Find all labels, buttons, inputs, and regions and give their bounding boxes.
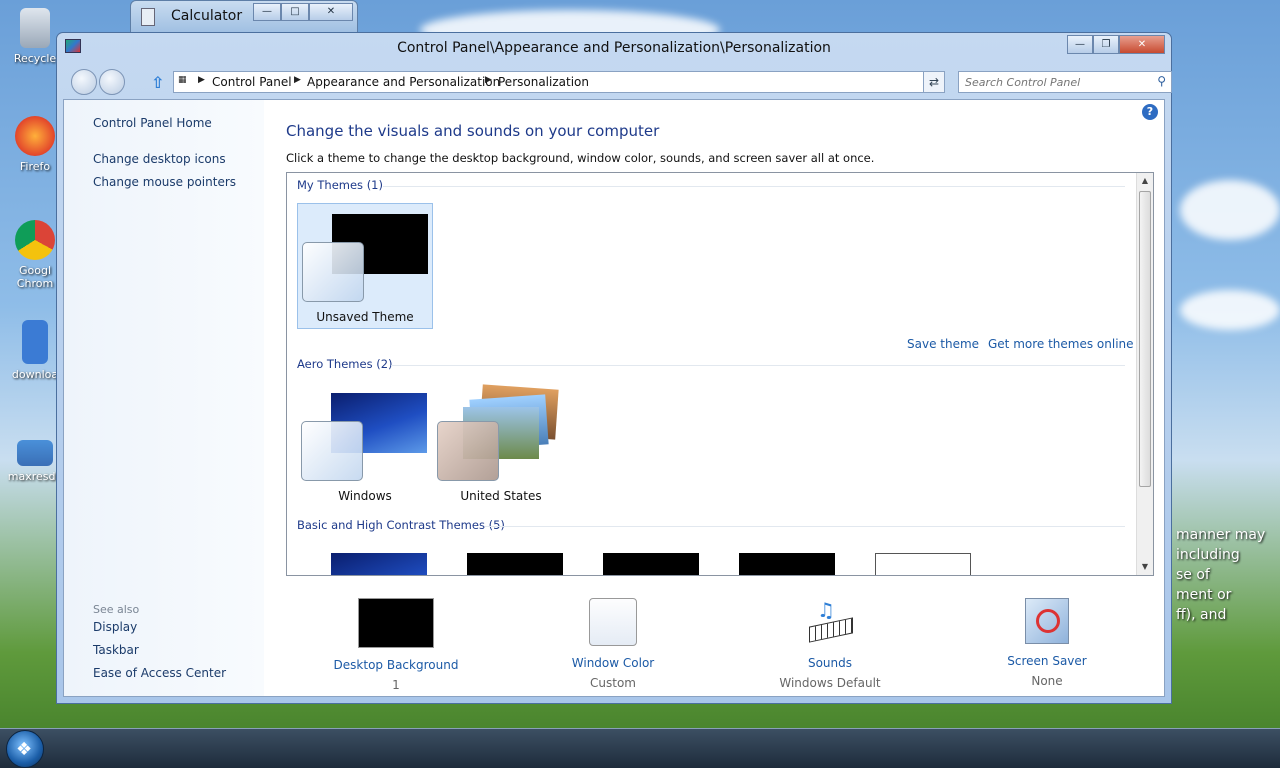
search-input[interactable] — [965, 73, 1145, 91]
setting-label[interactable]: Screen Saver — [967, 654, 1127, 668]
setting-label[interactable]: Sounds — [750, 656, 910, 670]
control-panel-small-icon: ▦ — [178, 75, 187, 85]
navigation-bar: ⇧ ▦ ▶ Control Panel ▶ Appearance and Per… — [65, 69, 1172, 97]
page-description: Click a theme to change the desktop back… — [286, 151, 875, 165]
get-more-themes-link[interactable]: Get more themes online — [988, 337, 1134, 351]
theme-windows[interactable]: Windows — [297, 383, 433, 509]
theme-basic-preview[interactable] — [875, 553, 971, 575]
close-button[interactable]: ✕ — [309, 3, 353, 21]
taskbar: ❖ — [0, 728, 1280, 768]
watermark-line: including — [1176, 547, 1240, 563]
sounds-icon: ♫ — [805, 598, 855, 646]
theme-window-preview — [302, 242, 364, 302]
setting-value: None — [1031, 674, 1063, 688]
breadcrumb-personalization[interactable]: Personalization — [498, 75, 589, 89]
up-arrow-icon[interactable]: ⇧ — [151, 73, 164, 92]
setting-value: Custom — [590, 676, 636, 690]
sidebar-link-display[interactable]: Display — [93, 620, 137, 634]
group-title-my-themes: My Themes (1) — [297, 178, 383, 192]
scrollbar[interactable]: ▲ ▼ — [1136, 173, 1153, 575]
see-also-heading: See also — [93, 603, 140, 616]
theme-unsaved[interactable]: Unsaved Theme — [297, 203, 433, 329]
group-title-aero-themes: Aero Themes (2) — [297, 357, 393, 371]
screen-saver-setting[interactable]: Screen Saver None — [967, 598, 1127, 688]
theme-united-states[interactable]: United States — [433, 383, 569, 509]
cloud — [1180, 180, 1280, 240]
scroll-up-arrow[interactable]: ▲ — [1137, 173, 1153, 189]
scrollbar-thumb[interactable] — [1139, 191, 1151, 487]
minimize-button[interactable]: — — [1067, 35, 1093, 54]
chevron-right-icon[interactable]: ▶ — [294, 75, 301, 85]
theme-basic-preview[interactable] — [331, 553, 427, 575]
setting-value: Windows Default — [779, 676, 881, 690]
theme-basic-preview[interactable] — [467, 553, 563, 575]
window-title: Control Panel\Appearance and Personaliza… — [397, 40, 831, 56]
theme-basic-preview[interactable] — [603, 553, 699, 575]
address-bar[interactable]: ▦ ▶ Control Panel ▶ Appearance and Perso… — [173, 71, 945, 93]
watermark-text: manner may including se of ment or ff), … — [1176, 525, 1265, 625]
recycle-bin-icon — [20, 8, 50, 48]
divider — [391, 365, 1125, 366]
firefox-icon — [15, 116, 55, 156]
scroll-down-arrow[interactable]: ▼ — [1137, 559, 1153, 575]
sidebar-link-change-desktop-icons[interactable]: Change desktop icons — [93, 152, 226, 166]
sidebar-link-change-mouse-pointers[interactable]: Change mouse pointers — [93, 175, 236, 189]
divider — [485, 526, 1125, 527]
theme-basic-preview[interactable] — [739, 553, 835, 575]
restore-button[interactable]: ❐ — [1093, 35, 1119, 54]
divider — [383, 186, 1125, 187]
windows-logo-icon: ❖ — [16, 739, 33, 760]
back-button[interactable] — [71, 69, 97, 95]
file-icon — [22, 320, 48, 364]
theme-label: Windows — [338, 489, 392, 503]
save-theme-link[interactable]: Save theme — [907, 337, 979, 351]
watermark-line: ff), and — [1176, 607, 1227, 623]
refresh-button[interactable]: ⇄ — [923, 71, 945, 93]
left-sidebar: Control Panel Home Change desktop icons … — [64, 100, 264, 696]
setting-value: 1 — [392, 678, 400, 692]
sidebar-link-taskbar[interactable]: Taskbar — [93, 643, 139, 657]
sounds-setting[interactable]: ♫ Sounds Windows Default — [750, 598, 910, 690]
breadcrumb-appearance[interactable]: Appearance and Personalization — [307, 75, 500, 89]
search-box[interactable]: ⚲ — [958, 71, 1172, 93]
theme-list[interactable]: My Themes (1) Unsaved Theme Save theme G… — [286, 172, 1154, 576]
forward-button[interactable] — [99, 69, 125, 95]
window-color-icon — [589, 598, 637, 646]
theme-window-preview — [301, 421, 363, 481]
theme-label: United States — [460, 489, 542, 503]
content-area: Control Panel Home Change desktop icons … — [63, 99, 1165, 697]
setting-label[interactable]: Window Color — [533, 656, 693, 670]
desktop-background-icon — [358, 598, 434, 648]
breadcrumb-control-panel[interactable]: Control Panel — [212, 75, 292, 89]
page-title: Change the visuals and sounds on your co… — [286, 122, 660, 140]
watermark-line: ment or — [1176, 587, 1232, 603]
chevron-right-icon[interactable]: ▶ — [485, 75, 492, 85]
group-title-basic-themes: Basic and High Contrast Themes (5) — [297, 518, 505, 532]
cloud — [1180, 290, 1280, 330]
screen-saver-icon — [1025, 598, 1069, 644]
desktop-background-setting[interactable]: Desktop Background 1 — [316, 598, 476, 692]
main-panel: ? Change the visuals and sounds on your … — [264, 100, 1164, 696]
sidebar-link-control-panel-home[interactable]: Control Panel Home — [93, 116, 212, 130]
theme-window-preview — [437, 421, 499, 481]
window-color-setting[interactable]: Window Color Custom — [533, 598, 693, 690]
calculator-icon — [141, 8, 155, 26]
start-button[interactable]: ❖ — [6, 730, 44, 768]
chrome-icon — [15, 220, 55, 260]
help-icon[interactable]: ? — [1142, 104, 1158, 120]
control-panel-window: Control Panel\Appearance and Personaliza… — [56, 32, 1172, 704]
image-file-icon — [17, 440, 53, 466]
close-button[interactable]: ✕ — [1119, 35, 1165, 54]
calculator-title: Calculator — [171, 8, 243, 24]
theme-label: Unsaved Theme — [316, 310, 414, 324]
minimize-button[interactable]: — — [253, 3, 281, 21]
watermark-line: se of — [1176, 567, 1210, 583]
watermark-line: manner may — [1176, 527, 1266, 543]
maximize-button[interactable]: □ — [281, 3, 309, 21]
calculator-window[interactable]: Calculator — □ ✕ — [130, 0, 358, 34]
search-icon[interactable]: ⚲ — [1157, 74, 1166, 88]
chevron-right-icon[interactable]: ▶ — [198, 75, 205, 85]
sidebar-link-ease-of-access[interactable]: Ease of Access Center — [93, 666, 226, 680]
setting-label[interactable]: Desktop Background — [316, 658, 476, 672]
